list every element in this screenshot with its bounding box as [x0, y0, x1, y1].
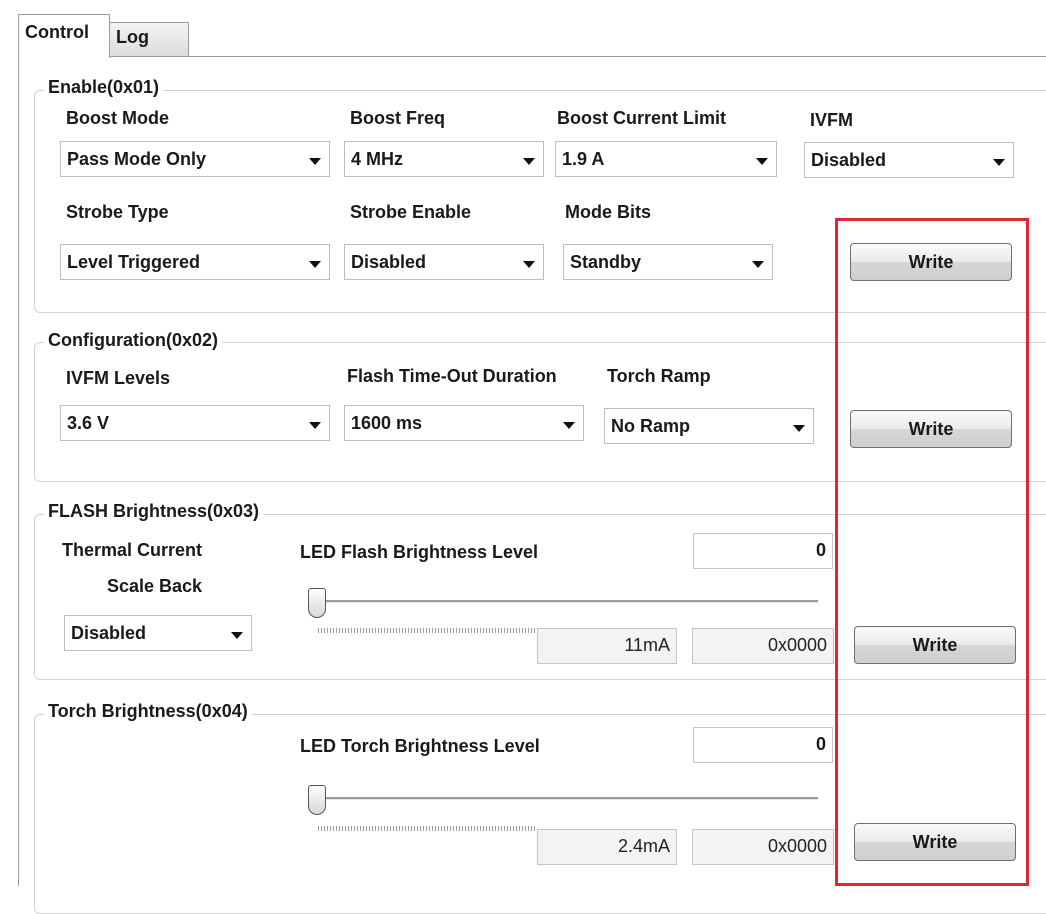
torch-ramp-select[interactable]: No Ramp [604, 408, 814, 444]
boost-mode-value: Pass Mode Only [67, 149, 207, 169]
boost-current-limit-label: Boost Current Limit [557, 108, 726, 128]
flash-slider-track [318, 600, 818, 603]
torch-ramp-value: No Ramp [611, 416, 691, 436]
configuration-group-title: Configuration(0x02) [44, 330, 223, 351]
torch-brightness-slider-thumb[interactable] [308, 785, 326, 815]
tab-log[interactable]: Log [109, 22, 189, 56]
strobe-type-select[interactable]: Level Triggered [60, 244, 330, 280]
chevron-down-icon [523, 261, 535, 268]
ivfm-select[interactable]: Disabled [804, 142, 1014, 178]
strobe-enable-select[interactable]: Disabled [344, 244, 544, 280]
thermal-scale-back-value: Disabled [71, 623, 147, 643]
torch-slider-ticks [318, 826, 536, 831]
chevron-down-icon [793, 425, 805, 432]
flash-brightness-slider-thumb[interactable] [308, 588, 326, 618]
flash-timeout-label: Flash Time-Out Duration [347, 366, 557, 386]
torch-ramp-label: Torch Ramp [607, 366, 711, 386]
flash-brightness-write-button[interactable]: Write [854, 626, 1016, 664]
torch-slider-track [318, 797, 818, 800]
ivfm-levels-label: IVFM Levels [66, 368, 171, 388]
ivfm-value: Disabled [811, 150, 887, 170]
chevron-down-icon [523, 158, 535, 165]
chevron-down-icon [309, 422, 321, 429]
torch-brightness-level-field[interactable]: 0 [693, 727, 833, 763]
mode-bits-select[interactable]: Standby [563, 244, 773, 280]
scale-back-label: Scale Back [107, 576, 203, 596]
boost-current-limit-select[interactable]: 1.9 A [555, 141, 777, 177]
boost-freq-value: 4 MHz [351, 149, 404, 169]
mode-bits-value: Standby [570, 252, 642, 272]
boost-freq-label: Boost Freq [350, 108, 446, 128]
thermal-scale-back-select[interactable]: Disabled [64, 615, 252, 651]
flash-current-readout: 11mA [537, 628, 677, 664]
tab-control[interactable]: Control [18, 14, 110, 58]
boost-current-limit-value: 1.9 A [562, 149, 605, 169]
flash-brightness-group-title: FLASH Brightness(0x03) [44, 501, 264, 522]
ivfm-levels-select[interactable]: 3.6 V [60, 405, 330, 441]
led-flash-brightness-label: LED Flash Brightness Level [300, 542, 539, 562]
flash-timeout-select[interactable]: 1600 ms [344, 405, 584, 441]
strobe-enable-value: Disabled [351, 252, 427, 272]
chevron-down-icon [309, 158, 321, 165]
ivfm-label: IVFM [810, 110, 853, 130]
chevron-down-icon [752, 261, 764, 268]
strobe-type-value: Level Triggered [67, 252, 201, 272]
chevron-down-icon [993, 159, 1005, 166]
configuration-write-button[interactable]: Write [850, 410, 1012, 448]
chevron-down-icon [309, 261, 321, 268]
chevron-down-icon [563, 422, 575, 429]
torch-brightness-write-button[interactable]: Write [854, 823, 1016, 861]
strobe-enable-label: Strobe Enable [350, 202, 472, 222]
mode-bits-label: Mode Bits [565, 202, 652, 222]
ivfm-levels-value: 3.6 V [67, 413, 110, 433]
boost-freq-select[interactable]: 4 MHz [344, 141, 544, 177]
flash-hex-readout: 0x0000 [692, 628, 834, 664]
chevron-down-icon [756, 158, 768, 165]
torch-current-readout: 2.4mA [537, 829, 677, 865]
enable-group-title: Enable(0x01) [44, 77, 164, 98]
torch-hex-readout: 0x0000 [692, 829, 834, 865]
torch-brightness-group [34, 714, 1046, 914]
enable-write-button[interactable]: Write [850, 243, 1012, 281]
chevron-down-icon [231, 632, 243, 639]
thermal-current-label: Thermal Current [62, 540, 203, 560]
flash-slider-ticks [318, 628, 536, 633]
boost-mode-select[interactable]: Pass Mode Only [60, 141, 330, 177]
torch-brightness-group-title: Torch Brightness(0x04) [44, 701, 252, 722]
led-torch-brightness-label: LED Torch Brightness Level [300, 736, 540, 756]
flash-brightness-level-field[interactable]: 0 [693, 533, 833, 569]
boost-mode-label: Boost Mode [66, 108, 169, 128]
flash-timeout-value: 1600 ms [351, 413, 423, 433]
strobe-type-label: Strobe Type [66, 202, 169, 222]
